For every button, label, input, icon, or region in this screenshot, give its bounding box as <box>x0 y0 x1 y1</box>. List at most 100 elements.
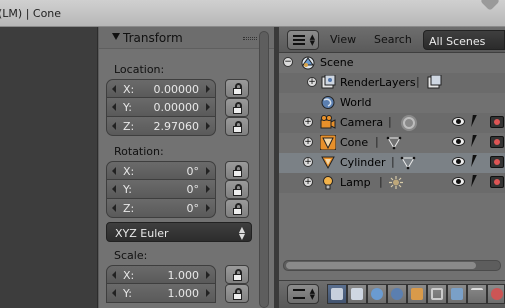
drag-grip-icon[interactable] <box>243 37 257 40</box>
visibility-eye-icon[interactable] <box>452 117 465 126</box>
increment-arrow-icon[interactable] <box>206 167 210 175</box>
decrement-arrow-icon[interactable] <box>112 204 116 212</box>
render-layer-icon[interactable] <box>426 75 442 90</box>
tree-row-camera[interactable]: + Camera | <box>279 113 505 133</box>
blender-window: (LM) | Cone Transform Location: X: 0.000… <box>0 0 505 308</box>
render-layers-icon <box>321 75 336 89</box>
separator: | <box>391 155 395 168</box>
3d-viewport[interactable] <box>0 27 98 308</box>
selectability-cursor-icon[interactable] <box>471 115 481 127</box>
mesh-data-icon[interactable] <box>400 155 416 170</box>
decrement-arrow-icon[interactable] <box>112 103 116 111</box>
expand-icon[interactable]: + <box>307 77 317 87</box>
display-mode-dropdown[interactable]: All Scenes <box>423 30 505 50</box>
decrement-arrow-icon[interactable] <box>112 85 116 93</box>
properties-header: ▲ ▼ <box>279 280 505 308</box>
transform-panel-header[interactable]: Transform <box>99 27 275 49</box>
rotation-label: Rotation: <box>114 145 164 158</box>
outliner-editor-icon <box>293 35 305 45</box>
cylinder-mesh-icon <box>321 156 335 170</box>
properties-scrollbar[interactable] <box>259 31 269 308</box>
mesh-data-icon[interactable] <box>386 135 402 150</box>
rotation-z-field[interactable]: Z: 0° <box>106 199 216 218</box>
renderability-camera-icon[interactable] <box>490 116 504 128</box>
expand-icon[interactable]: + <box>303 177 313 187</box>
increment-arrow-icon[interactable] <box>206 271 210 279</box>
expand-icon[interactable]: + <box>303 117 313 127</box>
dropdown-value: All Scenes <box>429 35 486 48</box>
scrollbar-thumb[interactable] <box>286 262 476 269</box>
tree-row-cylinder[interactable]: + Cylinder | <box>279 153 505 173</box>
collapse-triangle-icon[interactable] <box>112 33 120 40</box>
tree-row-cone[interactable]: + Cone | <box>279 133 505 153</box>
location-label: Location: <box>114 63 165 76</box>
editor-type-button[interactable]: ▲ ▼ <box>287 284 319 304</box>
increment-arrow-icon[interactable] <box>206 122 210 130</box>
tree-item-label: Lamp <box>340 176 371 189</box>
tab-render[interactable] <box>327 284 347 304</box>
tab-data[interactable] <box>467 284 487 304</box>
rotation-x-field[interactable]: X: 0° <box>106 161 216 180</box>
separator: | <box>375 135 379 148</box>
increment-arrow-icon[interactable] <box>206 185 210 193</box>
tab-modifiers[interactable] <box>447 284 467 304</box>
lock-scale-y-button[interactable] <box>225 284 249 303</box>
visibility-eye-icon[interactable] <box>452 177 465 186</box>
tree-item-label: Scene <box>320 56 354 69</box>
window-corner-icon[interactable] <box>480 0 500 11</box>
outliner-horizontal-scrollbar[interactable] <box>283 260 501 271</box>
expand-icon[interactable]: + <box>303 157 313 167</box>
view-menu[interactable]: View <box>330 33 356 46</box>
rotation-mode-dropdown[interactable]: XYZ Euler ▲ ▼ <box>106 222 252 242</box>
scale-y-field[interactable]: Y: 1.000 <box>106 284 216 303</box>
visibility-eye-icon[interactable] <box>452 157 465 166</box>
camera-data-icon[interactable] <box>400 114 418 132</box>
tree-row-lamp[interactable]: + Lamp | <box>279 173 505 193</box>
tab-constraints[interactable] <box>427 284 447 304</box>
decrement-arrow-icon[interactable] <box>112 185 116 193</box>
tree-row-renderlayers[interactable]: + RenderLayers | <box>279 73 505 93</box>
lock-rotation-z-button[interactable] <box>225 199 249 218</box>
editor-type-button[interactable]: ▲ ▼ <box>287 30 319 50</box>
selectability-cursor-icon[interactable] <box>471 155 481 167</box>
lamp-icon <box>323 176 333 190</box>
lock-location-x-button[interactable] <box>225 79 249 98</box>
tab-render-layers[interactable] <box>347 284 367 304</box>
location-z-field[interactable]: Z: 2.97060 <box>106 117 216 136</box>
lock-location-y-button[interactable] <box>225 98 249 117</box>
location-x-field[interactable]: X: 0.00000 <box>106 79 216 98</box>
lock-rotation-x-button[interactable] <box>225 161 249 180</box>
tree-row-world[interactable]: World <box>279 93 505 113</box>
field-value: 0° <box>186 165 200 178</box>
expand-icon[interactable]: + <box>303 137 313 147</box>
renderability-camera-icon[interactable] <box>490 176 504 188</box>
decrement-arrow-icon[interactable] <box>112 289 116 297</box>
decrement-arrow-icon[interactable] <box>112 122 116 130</box>
lock-rotation-y-button[interactable] <box>225 180 249 199</box>
increment-arrow-icon[interactable] <box>206 289 210 297</box>
selectability-cursor-icon[interactable] <box>471 135 481 147</box>
tab-material[interactable] <box>487 284 505 304</box>
tab-object[interactable] <box>407 284 427 304</box>
tab-scene[interactable] <box>367 284 387 304</box>
tree-item-label: Cone <box>340 136 369 149</box>
decrement-arrow-icon[interactable] <box>112 167 116 175</box>
lock-scale-x-button[interactable] <box>225 265 249 284</box>
selectability-cursor-icon[interactable] <box>471 175 481 187</box>
renderability-camera-icon[interactable] <box>490 156 504 168</box>
lamp-data-icon[interactable] <box>388 175 404 190</box>
tree-row-scene[interactable]: − Scene <box>279 53 505 73</box>
increment-arrow-icon[interactable] <box>206 85 210 93</box>
decrement-arrow-icon[interactable] <box>112 271 116 279</box>
tab-world[interactable] <box>387 284 407 304</box>
increment-arrow-icon[interactable] <box>206 103 210 111</box>
search-menu[interactable]: Search <box>374 33 412 46</box>
scale-x-field[interactable]: X: 1.000 <box>106 265 216 284</box>
renderability-camera-icon[interactable] <box>490 136 504 148</box>
lock-location-z-button[interactable] <box>225 117 249 136</box>
location-y-field[interactable]: Y: 0.00000 <box>106 98 216 117</box>
collapse-icon[interactable]: − <box>283 57 293 67</box>
increment-arrow-icon[interactable] <box>206 204 210 212</box>
visibility-eye-icon[interactable] <box>452 137 465 146</box>
rotation-y-field[interactable]: Y: 0° <box>106 180 216 199</box>
